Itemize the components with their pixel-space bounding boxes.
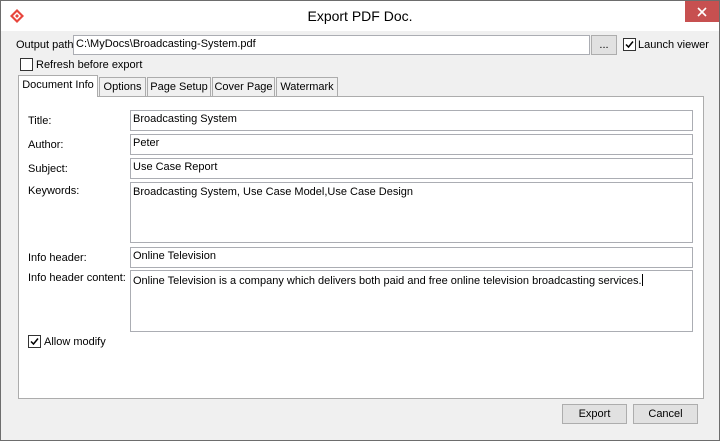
- launch-viewer-label: Launch viewer: [638, 39, 709, 51]
- browse-button[interactable]: ...: [591, 35, 617, 55]
- output-path-label: Output path:: [16, 39, 77, 51]
- title-input[interactable]: Broadcasting System: [130, 110, 693, 131]
- close-icon: [697, 6, 707, 17]
- export-button[interactable]: Export: [562, 404, 627, 424]
- allow-modify-checkbox[interactable]: [28, 335, 41, 348]
- title-bar[interactable]: Export PDF Doc.: [1, 1, 719, 31]
- info-header-content-label: Info header content:: [28, 272, 126, 284]
- tab-watermark[interactable]: Watermark: [276, 77, 338, 96]
- subject-label: Subject:: [28, 163, 68, 175]
- title-label: Title:: [28, 115, 52, 127]
- tab-page-setup[interactable]: Page Setup: [147, 77, 211, 96]
- tab-cover-page[interactable]: Cover Page: [212, 77, 275, 96]
- tab-options[interactable]: Options: [99, 77, 146, 96]
- close-button[interactable]: [685, 1, 719, 22]
- info-header-content-textarea[interactable]: Online Television is a company which del…: [130, 270, 693, 332]
- info-header-content-text: Online Television is a company which del…: [133, 275, 642, 287]
- keywords-label: Keywords:: [28, 185, 80, 197]
- text-cursor: [641, 274, 643, 286]
- subject-input[interactable]: Use Case Report: [130, 158, 693, 179]
- allow-modify-label: Allow modify: [44, 336, 106, 348]
- launch-viewer-checkbox[interactable]: [623, 38, 636, 51]
- checkmark-icon: [30, 338, 39, 346]
- checkmark-icon: [625, 41, 634, 49]
- window-title: Export PDF Doc.: [307, 8, 413, 24]
- cancel-button[interactable]: Cancel: [633, 404, 698, 424]
- author-input[interactable]: Peter: [130, 134, 693, 155]
- export-pdf-dialog: Export PDF Doc. Output path: C:\MyDocs\B…: [0, 0, 720, 441]
- keywords-textarea[interactable]: Broadcasting System, Use Case Model,Use …: [130, 182, 693, 243]
- output-path-input[interactable]: C:\MyDocs\Broadcasting-System.pdf: [73, 35, 590, 55]
- author-label: Author:: [28, 139, 64, 151]
- tab-document-info[interactable]: Document Info: [18, 75, 98, 97]
- info-header-label: Info header:: [28, 252, 87, 264]
- refresh-before-export-label: Refresh before export: [36, 59, 143, 71]
- info-header-input[interactable]: Online Television: [130, 247, 693, 268]
- refresh-before-export-checkbox[interactable]: [20, 58, 33, 71]
- document-info-panel: Title: Broadcasting System Author: Peter…: [18, 96, 704, 399]
